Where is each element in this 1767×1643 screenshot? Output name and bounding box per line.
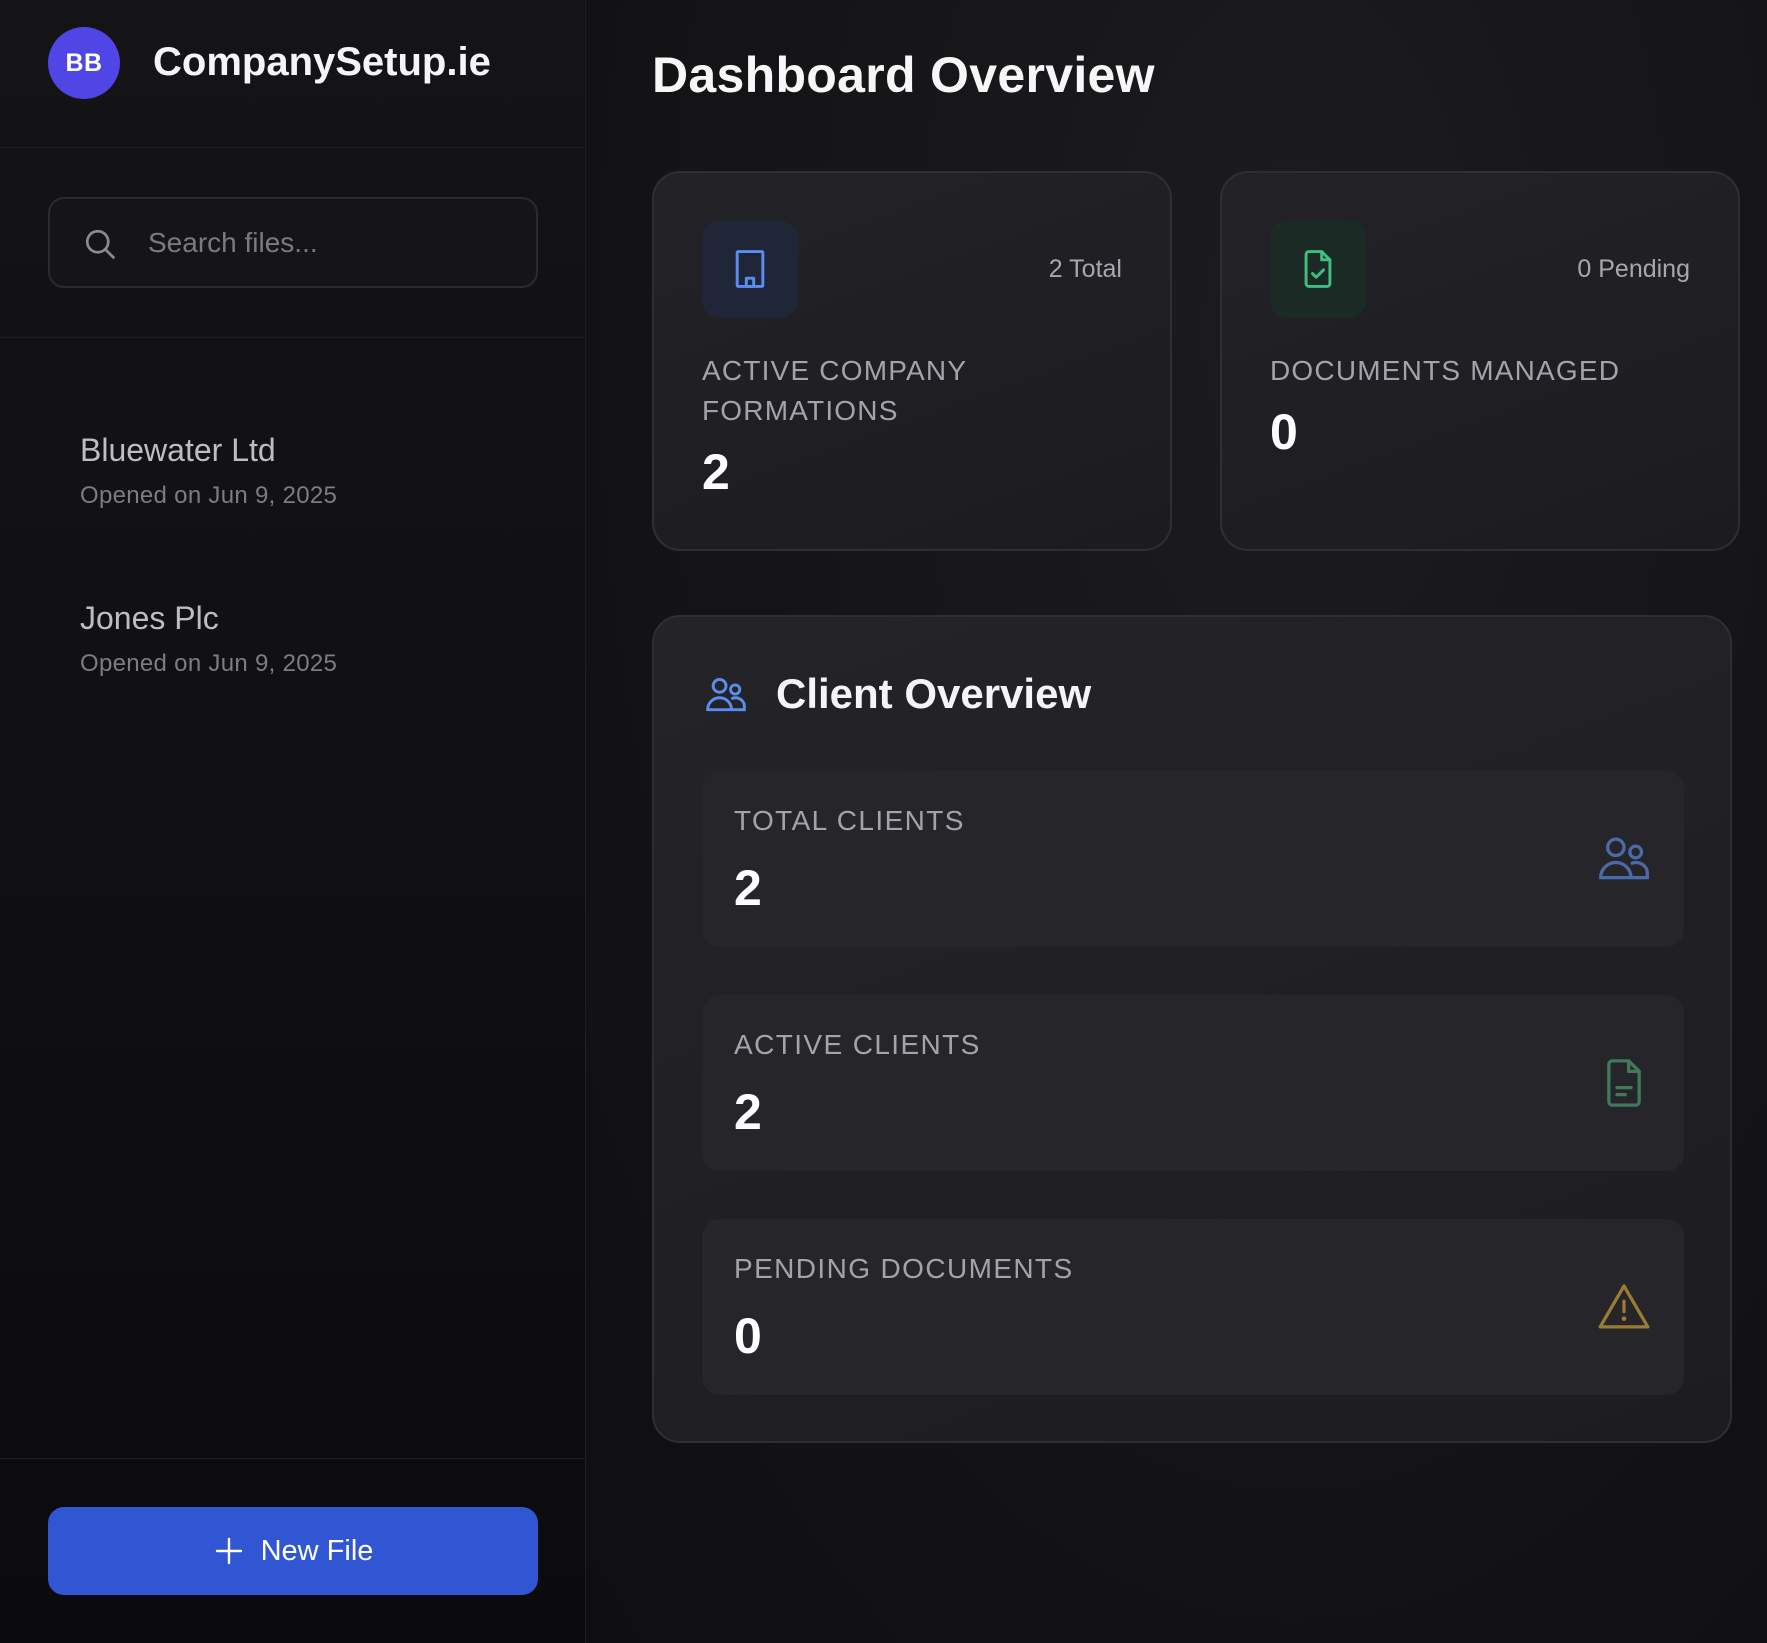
client-overview-panel: Client Overview TOTAL CLIENTS 2 ACTIVE C… bbox=[652, 615, 1732, 1443]
metric-pending-documents[interactable]: PENDING DOCUMENTS 0 bbox=[702, 1219, 1684, 1395]
search-box[interactable] bbox=[48, 197, 538, 288]
stat-badge: 0 Pending bbox=[1577, 255, 1690, 283]
search-icon bbox=[85, 229, 115, 259]
users-icon bbox=[1599, 837, 1649, 880]
metric-label: PENDING DOCUMENTS bbox=[734, 1253, 1074, 1284]
client-overview-title: Client Overview bbox=[776, 670, 1092, 717]
page-title: Dashboard Overview bbox=[652, 47, 1155, 103]
search-input[interactable] bbox=[146, 217, 516, 269]
sidebar: BB CompanySetup.ie Bluewater Ltd Opened … bbox=[0, 0, 586, 1643]
users-icon bbox=[706, 677, 746, 712]
document-icon bbox=[1607, 1059, 1641, 1107]
new-file-button[interactable]: New File bbox=[48, 1507, 538, 1595]
sidebar-header: BB CompanySetup.ie bbox=[0, 0, 586, 148]
file-item-jones[interactable]: Jones Plc Opened on Jun 9, 2025 bbox=[48, 576, 538, 706]
sidebar-footer: New File bbox=[0, 1458, 586, 1643]
building-icon bbox=[735, 250, 765, 288]
metric-active-clients[interactable]: ACTIVE CLIENTS 2 bbox=[702, 995, 1684, 1171]
stat-icon-box bbox=[1270, 221, 1366, 317]
app: BB CompanySetup.ie Bluewater Ltd Opened … bbox=[0, 0, 1767, 1643]
warning-icon bbox=[1598, 1284, 1650, 1329]
file-opened-date: Opened on Jun 9, 2025 bbox=[80, 650, 338, 677]
file-name: Jones Plc bbox=[80, 600, 219, 636]
plus-icon bbox=[215, 1537, 242, 1565]
stat-card-documents-managed[interactable]: 0 Pending DOCUMENTS MANAGED 0 bbox=[1220, 171, 1740, 551]
metric-value: 0 bbox=[734, 1308, 762, 1364]
stat-value: 2 bbox=[702, 444, 730, 500]
stat-icon-box bbox=[702, 221, 798, 317]
file-item-bluewater[interactable]: Bluewater Ltd Opened on Jun 9, 2025 bbox=[48, 408, 538, 538]
metric-value: 2 bbox=[734, 1084, 762, 1140]
metric-label: TOTAL CLIENTS bbox=[734, 805, 965, 836]
search-section bbox=[0, 148, 586, 338]
stat-label: DOCUMENTS MANAGED bbox=[1270, 355, 1621, 386]
file-name: Bluewater Ltd bbox=[80, 432, 276, 468]
metric-label: ACTIVE CLIENTS bbox=[734, 1029, 981, 1060]
main-content: Dashboard Overview 2 Total ACTIVE COMPAN… bbox=[587, 0, 1767, 1643]
metric-total-clients[interactable]: TOTAL CLIENTS 2 bbox=[702, 771, 1684, 947]
brand-name: CompanySetup.ie bbox=[153, 40, 491, 84]
new-file-label: New File bbox=[260, 1534, 374, 1567]
stat-card-company-formations[interactable]: 2 Total ACTIVE COMPANY FORMATIONS 2 bbox=[652, 171, 1172, 551]
metric-value: 2 bbox=[734, 860, 762, 916]
stat-value: 0 bbox=[1270, 404, 1298, 460]
stat-badge: 2 Total bbox=[1048, 255, 1122, 283]
document-check-icon bbox=[1304, 250, 1332, 288]
stat-label: ACTIVE COMPANY FORMATIONS bbox=[702, 355, 967, 426]
file-opened-date: Opened on Jun 9, 2025 bbox=[80, 482, 338, 509]
avatar[interactable]: BB bbox=[48, 27, 120, 99]
